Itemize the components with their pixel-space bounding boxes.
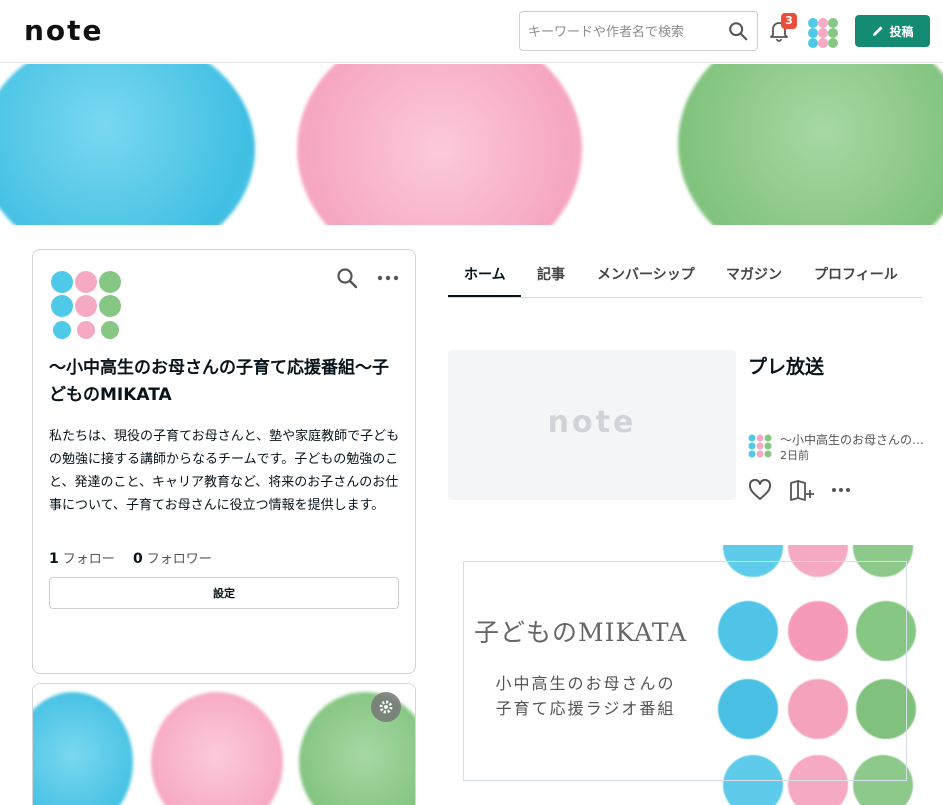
heart-icon[interactable] [748, 479, 772, 501]
note-logo[interactable]: note [24, 17, 104, 45]
tab-membership[interactable]: メンバーシップ [597, 264, 695, 284]
follow-count: 1 [49, 551, 59, 567]
tab-magazine[interactable]: マガジン [726, 264, 782, 284]
gear-icon[interactable] [371, 692, 401, 722]
author-avatar[interactable] [748, 434, 772, 458]
article-timestamp: 2日前 [780, 449, 809, 462]
promo-image[interactable]: 子どものMIKATA 小中高生のお母さんの 子育て応援ラジオ番組 [448, 545, 922, 805]
tab-profile[interactable]: プロフィール [814, 264, 898, 284]
profile-tabs: ホーム 記事 メンバーシップ マガジン プロフィール [448, 252, 922, 298]
profile-image-card [32, 683, 416, 805]
profile-card: 〜小中高生のお母さんの子育て応援番組〜子どものMIKATA 私たちは、現役の子育… [32, 249, 416, 674]
add-to-magazine-icon[interactable] [789, 478, 815, 502]
profile-avatar[interactable] [49, 268, 123, 340]
tab-home[interactable]: ホーム [464, 264, 506, 284]
more-options-icon[interactable] [375, 266, 401, 290]
thumbnail-note-logo: note [547, 405, 637, 440]
follow-link[interactable]: 1 フォロー [49, 551, 115, 567]
promo-subtitle-line1: 小中高生のお母さんの [495, 674, 676, 693]
promo-subtitle-line2: 子育て応援ラジオ番組 [495, 699, 676, 718]
search-icon[interactable] [727, 20, 749, 42]
follow-label: フォロー [62, 552, 115, 567]
article-author[interactable]: 〜小中高生のお母さんの子育て応援番組〜子どものMIKATA [780, 431, 928, 448]
notification-badge: 3 [781, 13, 797, 29]
follower-count: 0 [133, 551, 143, 567]
search-box[interactable] [519, 11, 758, 51]
article-more-icon[interactable] [829, 479, 853, 501]
header: note 3 投稿 [0, 0, 943, 63]
post-button[interactable]: 投稿 [855, 15, 930, 47]
follow-stats: 1 フォロー 0 フォロワー [49, 548, 212, 567]
profile-search-icon[interactable] [335, 266, 359, 290]
settings-button[interactable]: 設定 [49, 577, 399, 609]
article-thumbnail[interactable]: note [448, 350, 736, 500]
article-title[interactable]: プレ放送 [748, 352, 824, 379]
promo-title: 子どものMIKATA [474, 618, 688, 647]
follower-link[interactable]: 0 フォロワー [133, 551, 212, 567]
post-button-label: 投稿 [889, 24, 914, 39]
active-tab-indicator [448, 295, 521, 297]
search-input[interactable] [528, 21, 723, 43]
pencil-icon [873, 26, 884, 36]
profile-title: 〜小中高生のお母さんの子育て応援番組〜子どものMIKATA [49, 358, 389, 405]
user-avatar[interactable] [806, 16, 840, 48]
profile-description: 私たちは、現役の子育てお母さんと、塾や家庭教師で子どもの勉強に接する講師からなる… [49, 429, 400, 513]
header-banner-image [0, 64, 943, 225]
follower-label: フォロワー [146, 552, 212, 567]
tab-articles[interactable]: 記事 [537, 264, 565, 284]
